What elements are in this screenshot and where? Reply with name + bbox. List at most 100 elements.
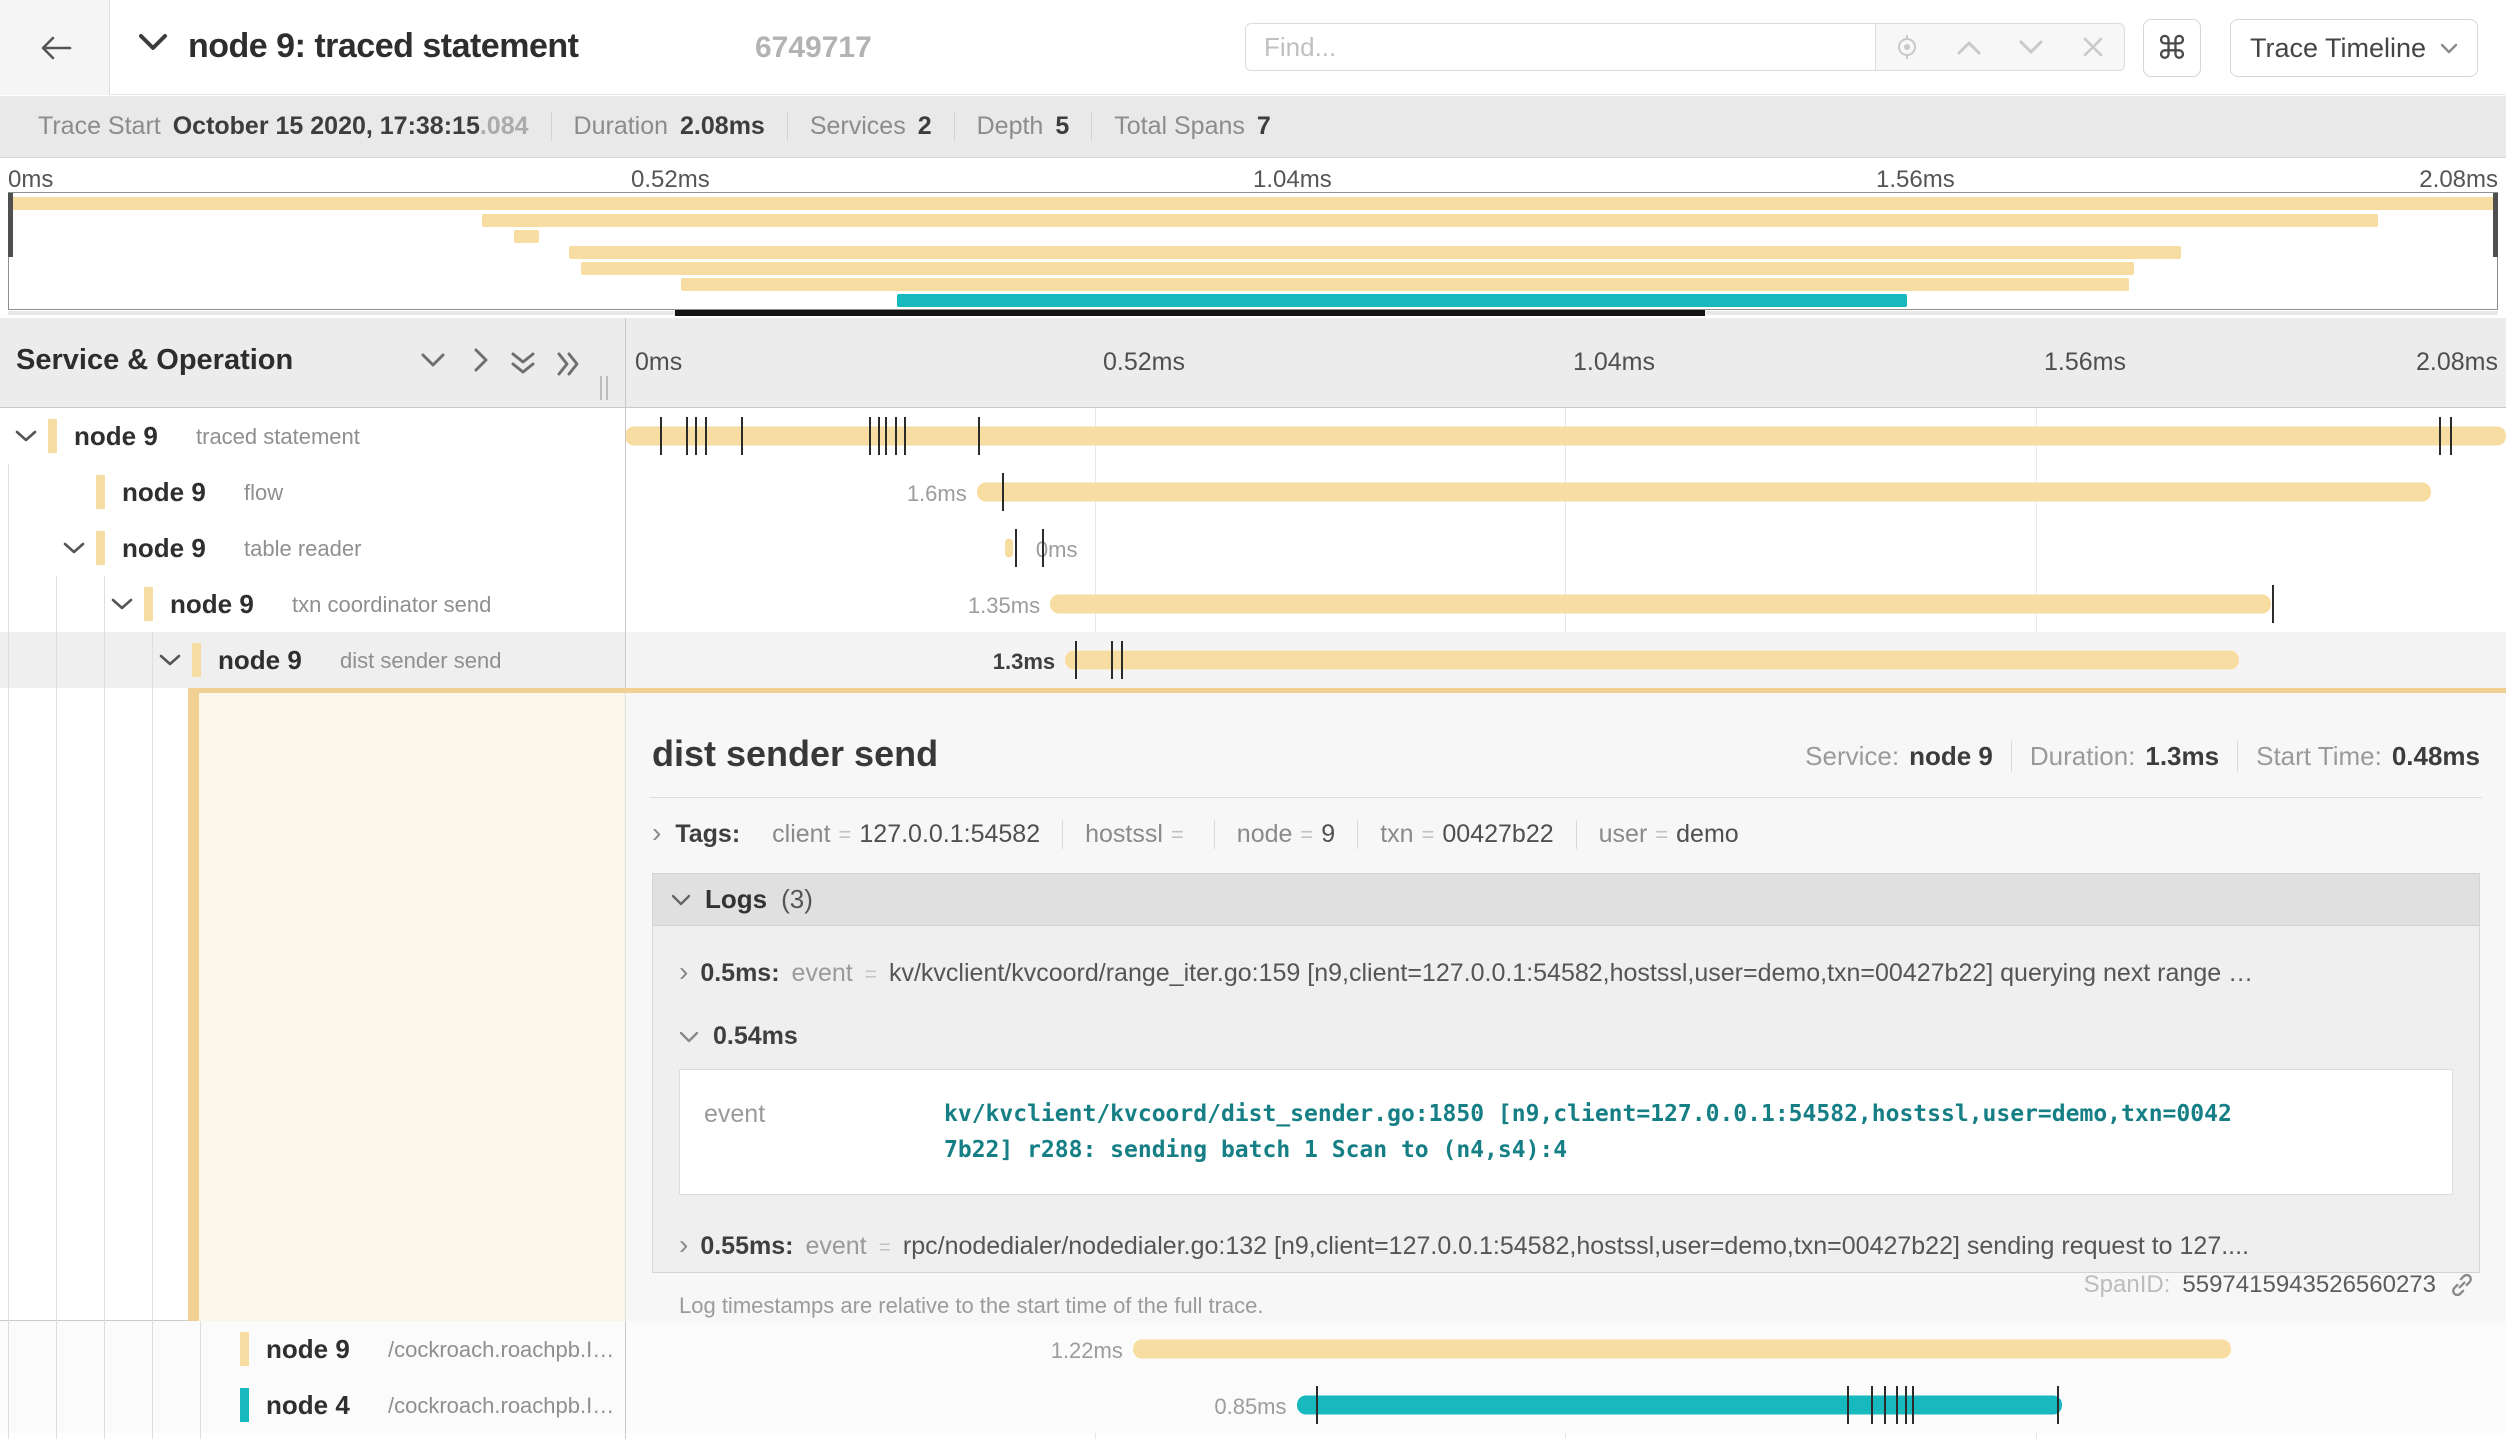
span-bar-track[interactable]: 1.22ms <box>625 1321 2506 1377</box>
tag-txn: txn=00427b22 <box>1358 820 1576 849</box>
column-divider[interactable] <box>625 318 626 408</box>
chevron-down-icon[interactable] <box>110 597 134 611</box>
minimap-left-scrubber[interactable] <box>8 193 13 257</box>
span-row-dist-sender-send[interactable]: node 9 dist sender send 1.3ms <box>0 632 2506 688</box>
span-bar-track[interactable]: 1.35ms <box>625 576 2506 632</box>
trace-view-selector[interactable]: Trace Timeline <box>2230 19 2478 77</box>
logs-section: Logs (3) › 0.5ms: event = kv/kvclient/kv… <box>652 873 2480 1273</box>
chevron-down-icon[interactable] <box>14 429 38 443</box>
logs-count: (3) <box>781 884 813 915</box>
chevron-right-icon: › <box>679 956 688 988</box>
span-bar-track[interactable]: 0ms <box>625 520 2506 576</box>
back-arrow-icon <box>37 33 73 63</box>
span-bar[interactable] <box>1005 539 1013 558</box>
span-bar[interactable] <box>1065 651 2239 670</box>
tag-node: node=9 <box>1215 820 1358 849</box>
log-marker-tick <box>1002 473 1004 511</box>
timeline-tick: 0.52ms <box>1103 348 1185 377</box>
log-marker-tick <box>2272 585 2274 623</box>
minimap-right-scrubber[interactable] <box>2493 193 2498 257</box>
log-entry-expanded-header[interactable]: 0.54ms <box>679 1022 2453 1051</box>
log-marker-tick <box>660 417 662 455</box>
timeline-tick: 2.08ms <box>2416 348 2498 377</box>
span-detail-panel: dist sender send Service:node 9 Duration… <box>625 693 2506 1321</box>
minimap-scroll-thumb[interactable] <box>675 310 1705 316</box>
prev-result-icon[interactable] <box>1949 27 1989 67</box>
span-row-roachpb-node9[interactable]: node 9 /cockroach.roachpb.I… 1.22ms <box>0 1321 2506 1377</box>
find-input[interactable] <box>1245 23 1875 71</box>
trace-minimap[interactable]: 0ms 0.52ms 1.04ms 1.56ms 2.08ms <box>0 158 2506 318</box>
minimap-span-bar <box>897 294 1907 307</box>
log-marker-tick <box>885 417 887 455</box>
span-bar[interactable] <box>1050 595 2271 614</box>
trace-services: Services2 <box>788 112 955 141</box>
service-color-bar <box>144 587 153 621</box>
column-divider[interactable] <box>625 1321 626 1439</box>
span-row-traced-statement[interactable]: node 9 traced statement <box>0 408 2506 464</box>
log-marker-tick <box>1896 1386 1898 1424</box>
span-bar[interactable] <box>1297 1396 2063 1415</box>
service-name: node 9 <box>218 645 302 676</box>
span-row-txn-coordinator-send[interactable]: node 9 txn coordinator send 1.35ms <box>0 576 2506 632</box>
detail-meta: Service:node 9 Duration:1.3ms Start Time… <box>1787 741 2480 772</box>
tree-guide <box>104 688 105 1321</box>
timeline-tick: 0ms <box>635 348 682 377</box>
detail-start-time: Start Time:0.48ms <box>2238 741 2480 772</box>
collapse-one-icon[interactable] <box>420 352 446 368</box>
next-result-icon[interactable] <box>2011 27 2051 67</box>
locate-span-icon[interactable] <box>1887 27 1927 67</box>
span-bar-track[interactable]: 1.6ms <box>625 464 2506 520</box>
collapse-trace-chevron-icon[interactable] <box>138 33 168 51</box>
log-entry-collapsed[interactable]: › 0.55ms: event = rpc/nodedialer/nodedia… <box>679 1229 2453 1261</box>
column-resize-grip[interactable] <box>600 376 614 400</box>
logs-header[interactable]: Logs (3) <box>653 874 2479 926</box>
span-id-value: 5597415943526560273 <box>2182 1271 2436 1299</box>
log-marker-tick <box>878 417 880 455</box>
log-marker-tick <box>1015 529 1017 567</box>
span-duration-label: 1.3ms <box>993 649 1055 675</box>
span-bar-track[interactable] <box>625 408 2506 464</box>
span-row-flow[interactable]: node 9 flow 1.6ms <box>0 464 2506 520</box>
column-divider[interactable] <box>625 408 626 688</box>
collapse-all-icon[interactable] <box>510 352 536 376</box>
log-marker-tick <box>686 417 688 455</box>
expand-one-icon[interactable] <box>468 352 494 368</box>
link-icon[interactable] <box>2448 1271 2476 1299</box>
timeline-tick: 1.56ms <box>2044 348 2126 377</box>
minimap-span-bar <box>514 230 539 243</box>
detail-service: Service:node 9 <box>1787 741 2012 772</box>
span-duration-label: 0.85ms <box>1214 1394 1286 1420</box>
operation-name: /cockroach.roachpb.I… <box>388 1393 614 1419</box>
page-title: node 9: traced statement <box>188 27 578 66</box>
span-bar-track[interactable]: 1.3ms <box>625 632 2506 688</box>
minimap-span-bar <box>569 246 2181 259</box>
chevron-down-icon[interactable] <box>158 653 182 667</box>
chevron-down-icon <box>2440 43 2458 54</box>
expand-all-icon[interactable] <box>556 352 582 376</box>
back-button[interactable] <box>0 0 110 95</box>
trace-start: Trace Start October 15 2020, 17:38:15.08… <box>16 112 552 141</box>
log-entry-collapsed[interactable]: › 0.5ms: event = kv/kvclient/kvcoord/ran… <box>679 956 2453 988</box>
minimap-tick: 0ms <box>8 166 53 194</box>
log-marker-tick <box>1042 529 1044 567</box>
keyboard-shortcuts-button[interactable]: ⌘ <box>2143 19 2201 77</box>
minimap-viewport[interactable] <box>8 192 2498 310</box>
tags-row[interactable]: › Tags: client=127.0.0.1:54582 hostssl= … <box>652 817 1761 849</box>
detail-divider <box>650 797 2482 798</box>
log-marker-tick <box>895 417 897 455</box>
minimap-span-bar <box>9 197 2497 210</box>
tag-user: user=demo <box>1577 820 1761 849</box>
minimap-span-bar <box>681 278 2129 291</box>
chevron-down-icon[interactable] <box>62 541 86 555</box>
span-bar[interactable] <box>1133 1340 2232 1359</box>
span-bar-track[interactable]: 0.85ms <box>625 1377 2506 1433</box>
span-duration-label: 1.6ms <box>907 481 967 507</box>
span-row-table-reader[interactable]: node 9 table reader 0ms <box>0 520 2506 576</box>
span-bar[interactable] <box>625 427 2506 446</box>
clear-search-icon[interactable] <box>2073 27 2113 67</box>
service-name: node 9 <box>122 477 206 508</box>
log-marker-tick <box>1121 641 1123 679</box>
span-bar[interactable] <box>977 483 2431 502</box>
minimap-tick: 0.52ms <box>631 166 710 194</box>
span-row-roachpb-node4[interactable]: node 4 /cockroach.roachpb.I… 0.85ms <box>0 1377 2506 1433</box>
